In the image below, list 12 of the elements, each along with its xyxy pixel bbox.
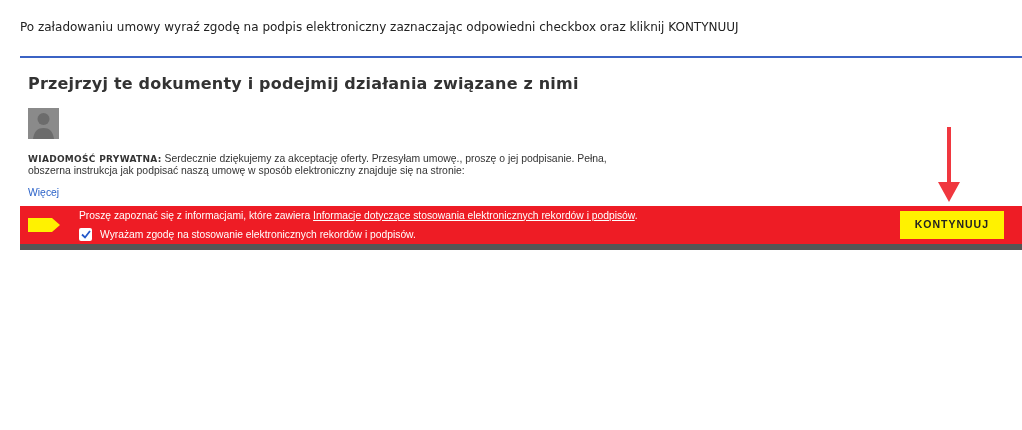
records-info-link[interactable]: Informacje dotyczące stosowania elektronicznych rekordów i podpisów	[313, 209, 635, 221]
instruction-text: Po załadowaniu umowy wyraź zgodę na podpis elektroniczny zaznaczając odpowiedni checkbox oraz kliknij KONTYNUUJ	[19, 19, 740, 36]
consent-checkbox[interactable]	[79, 228, 92, 242]
arrow-icon	[938, 127, 960, 202]
page-heading: Przejrzyj te dokumenty i podejmij działania związane z nimi	[27, 73, 580, 95]
private-message: WIADOMOŚĆ PRYWATNA: Serdecznie dziękujemy za akceptację oferty. Przesyłam umowę., proszę o jej podpisanie. Pełna, obszerna instrukcja jak podpisać naszą umowę w sposób elektroniczny znajduje się na stronie:	[28, 153, 608, 177]
avatar-icon	[28, 108, 59, 139]
continue-button[interactable]: KONTYNUUJ	[899, 211, 1004, 239]
consent-info-text: Proszę zapoznać się z informacjami, które zawiera Informacje dotyczące stosowania elektronicznych rekordów i podpisów.	[79, 208, 639, 223]
checkbox-label: Wyrażam zgodę na stosowanie elektronicznych rekordów i podpisów.	[100, 228, 416, 242]
more-link[interactable]: Więcej	[28, 185, 60, 201]
pointer-tag-icon	[28, 218, 60, 232]
